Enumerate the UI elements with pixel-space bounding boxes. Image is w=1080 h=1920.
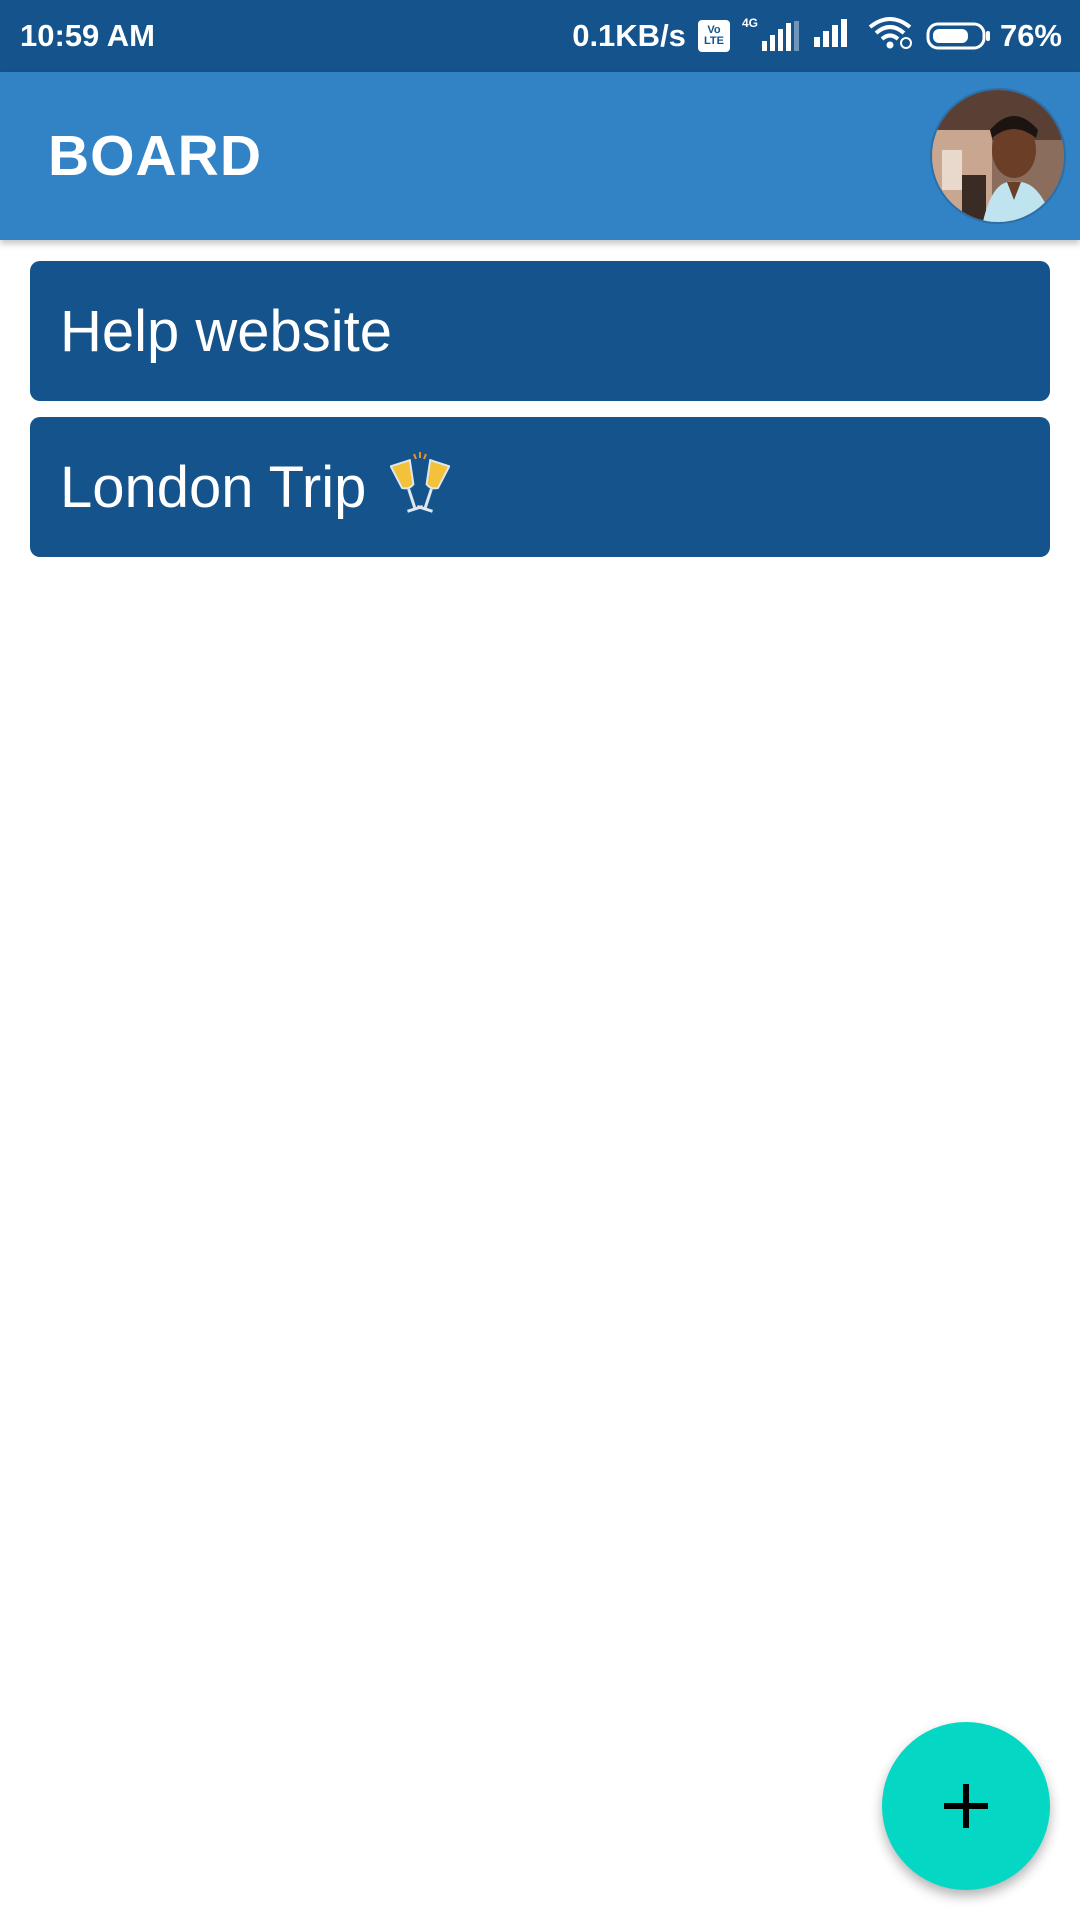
battery-percent: 76% [999, 18, 1062, 53]
signal-icon [812, 17, 854, 55]
clinking-glasses-icon [390, 452, 451, 522]
status-time: 10:59 AM [20, 18, 155, 53]
plus-icon [944, 1784, 988, 1828]
avatar-photo [932, 90, 1064, 222]
battery-indicator: 76% [926, 18, 1062, 54]
wifi-icon [866, 15, 914, 57]
board-list: Help website London Trip [30, 261, 1050, 573]
user-avatar[interactable] [930, 88, 1066, 224]
battery-icon [926, 22, 990, 50]
status-bar: 10:59 AM 0.1KB/s Vo LTE 4G 76% [0, 0, 1080, 72]
add-board-button[interactable] [882, 1722, 1050, 1890]
network-type: 4G [741, 16, 758, 30]
signal-4g-icon: 4G [742, 17, 800, 51]
board-card[interactable]: London Trip [30, 417, 1050, 557]
app-bar: BOARD [0, 72, 1080, 240]
volte-icon: Vo LTE [697, 20, 730, 52]
page-title: BOARD [48, 124, 262, 188]
network-speed: 0.1KB/s [572, 18, 686, 53]
board-card[interactable]: Help website [30, 261, 1050, 401]
status-icons: 0.1KB/s Vo LTE 4G 76% [572, 15, 1062, 57]
board-title: Help website [60, 298, 393, 364]
board-title: London Trip [60, 454, 367, 520]
volte-bottom-label: LTE [703, 35, 724, 47]
